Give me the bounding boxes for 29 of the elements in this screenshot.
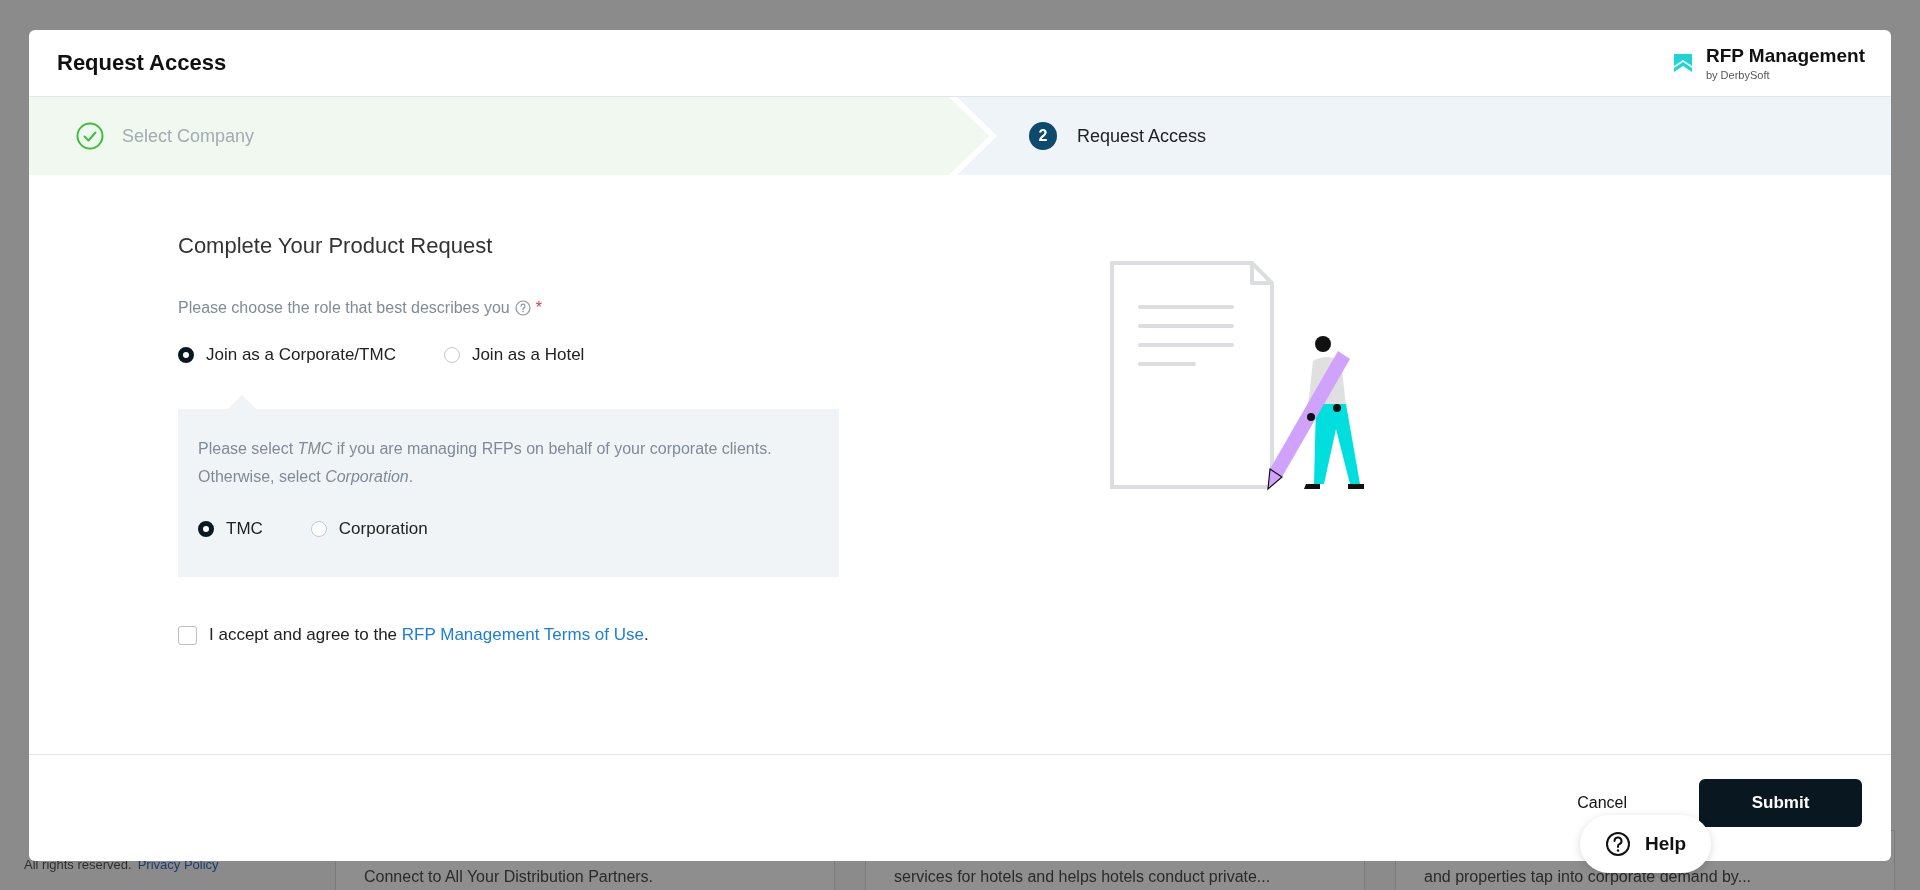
form-heading: Complete Your Product Request [178, 233, 494, 259]
logo-icon [1671, 52, 1694, 74]
radio-button[interactable] [178, 347, 194, 363]
terms-checkbox[interactable] [178, 625, 197, 645]
required-mark: * [535, 299, 542, 317]
radio-option[interactable]: Join as a Corporate/TMC [178, 345, 396, 365]
dialog-title: Request Access [57, 50, 227, 76]
field-label: Please choose the role that best describes you [178, 299, 510, 317]
terms-sentence: I accept and agree to the RFP Management Terms of Use. [209, 625, 649, 645]
product-byline: by DerbySoft [1705, 69, 1771, 81]
step-number: 2 [1029, 122, 1057, 150]
radio-option[interactable]: TMC [198, 519, 263, 539]
hint-text: Please select TMC if you are managing RFPs on behalf of your corporate clients. Otherwise, select Corporation. [198, 439, 773, 487]
help-icon [514, 300, 531, 316]
radio-button[interactable] [198, 521, 214, 537]
step-label: Select Company [122, 125, 255, 147]
card-description: services for hotels and helps hotels conduct private... [894, 868, 1271, 886]
cancel-button[interactable]: Cancel [1577, 794, 1627, 812]
submit-button[interactable]: Submit [1699, 779, 1862, 827]
card-description: Connect to All Your Distribution Partners. [364, 868, 654, 886]
radio-option[interactable]: Join as a Hotel [443, 345, 585, 365]
help-icon [1604, 831, 1631, 857]
check-circle-icon [76, 122, 104, 150]
step-label: Request Access [1077, 125, 1207, 147]
terms-link[interactable]: RFP Management Terms of Use [401, 625, 644, 644]
radio-option[interactable]: Corporation [310, 519, 428, 539]
copyright-text: All rights reserved. [24, 857, 132, 872]
product-name: RFP Management [1705, 45, 1865, 67]
help-button[interactable]: Help [1580, 815, 1711, 873]
